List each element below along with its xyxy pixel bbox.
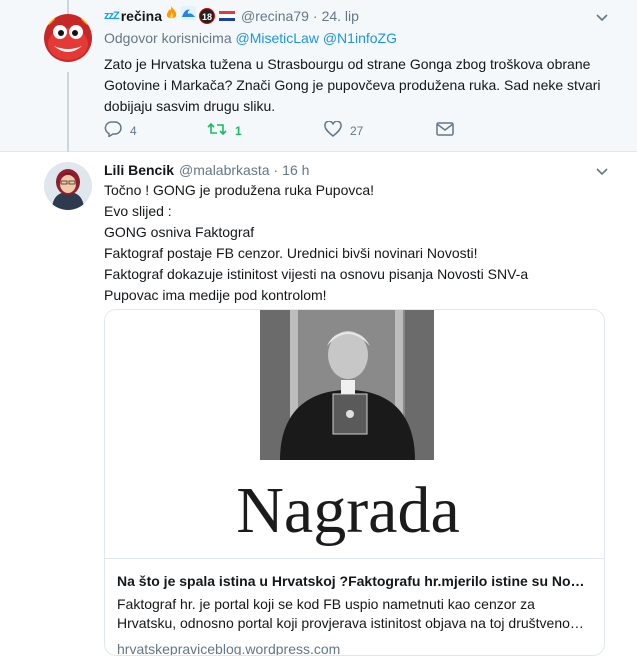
card-body[interactable]: Na što je spala istina u Hrvatskoj ?Fakt… bbox=[105, 558, 604, 655]
separator-dot: · bbox=[273, 162, 279, 178]
card-title[interactable]: Na što je spala istina u Hrvatskoj ?Fakt… bbox=[117, 571, 594, 591]
tweet-recina[interactable]: zzZ rečina 18 @recina79 · 24. lip Odgovo… bbox=[0, 0, 637, 152]
message-icon bbox=[436, 121, 462, 140]
tweet-text: Zato je Hrvatska tužena u Strasbourgu od… bbox=[104, 54, 623, 117]
tweet-timestamp[interactable]: 16 h bbox=[282, 160, 309, 180]
retweet-icon bbox=[207, 121, 235, 140]
mention-link[interactable]: @MiseticLaw bbox=[236, 30, 319, 46]
author-name[interactable]: rečina bbox=[121, 6, 162, 26]
avatar[interactable] bbox=[44, 14, 92, 62]
chevron-down-icon[interactable] bbox=[595, 10, 609, 24]
card-image: Nagrada bbox=[105, 310, 604, 558]
tweet-text-line: Zato je Hrvatska tužena u Strasbourgu od… bbox=[104, 56, 591, 72]
tweet-text-line: GONG osniva Faktograf bbox=[104, 224, 255, 240]
age-badge: 18 bbox=[198, 8, 215, 24]
separator-dot: · bbox=[312, 8, 318, 24]
tweet-text-line: Faktograf dokazuje istinitost vijesti na… bbox=[104, 266, 529, 282]
name-prefix: zzZ bbox=[104, 10, 120, 22]
thread-line bbox=[67, 0, 69, 14]
card-description: Faktograf hr. je portal koji se kod FB u… bbox=[117, 596, 584, 631]
avatar[interactable] bbox=[44, 162, 92, 210]
thread-line bbox=[67, 72, 69, 152]
author-handle[interactable]: @malabrkasta bbox=[179, 160, 269, 180]
tweet-actions: 4 1 27 bbox=[104, 120, 494, 140]
tweet-lili-bencik[interactable]: Lili Bencik @malabrkasta · 16 h Točno ! … bbox=[0, 152, 637, 658]
direct-message-button[interactable] bbox=[436, 121, 462, 140]
croatia-flag-icon bbox=[218, 10, 235, 22]
like-button[interactable]: 27 bbox=[324, 120, 404, 140]
reply-label: Odgovor korisnicima bbox=[104, 30, 232, 46]
card-image-headline: Nagrada bbox=[236, 474, 460, 547]
tweet-text-line: Faktograf postaje FB cenzor. Urednici bi… bbox=[104, 245, 478, 261]
retweet-count: 1 bbox=[235, 123, 242, 138]
card-domain[interactable]: hrvatskepraviceblog.wordpress.com bbox=[117, 639, 594, 655]
author-name[interactable]: Lili Bencik bbox=[104, 160, 174, 180]
reply-button[interactable]: 4 bbox=[104, 121, 175, 140]
tweet-text-line: Gotovine i Markača? Znači Gong je pupovč… bbox=[104, 77, 601, 93]
tweet-text-line: Točno ! GONG je produžena ruka Pupovca! bbox=[104, 182, 375, 198]
mention-link[interactable]: @N1infoZG bbox=[323, 30, 397, 46]
reply-context: Odgovor korisnicima @MiseticLaw @N1infoZ… bbox=[104, 28, 623, 48]
like-count: 27 bbox=[350, 123, 364, 138]
flame-icon bbox=[165, 6, 178, 26]
chevron-down-icon[interactable] bbox=[595, 164, 609, 178]
tweet-timestamp[interactable]: 24. lip bbox=[322, 6, 359, 26]
link-card[interactable]: Nagrada Na što je spala istina u Hrvatsk… bbox=[104, 309, 605, 656]
reply-icon bbox=[104, 121, 130, 140]
retweet-button[interactable]: 1 bbox=[207, 121, 292, 140]
tweet-text: Točno ! GONG je produžena ruka Pupovca! … bbox=[104, 180, 623, 306]
like-icon bbox=[324, 120, 350, 140]
wave-icon bbox=[180, 6, 196, 26]
reply-count: 4 bbox=[130, 123, 137, 138]
tweet-text-line: Pupovac ima medije pod kontrolom! bbox=[104, 287, 327, 303]
tweet-text-line: dobijaju sasvim drugu sliku. bbox=[104, 98, 276, 114]
tweet-text-line: Evo slijed : bbox=[104, 203, 172, 219]
author-handle[interactable]: @recina79 bbox=[241, 6, 309, 26]
